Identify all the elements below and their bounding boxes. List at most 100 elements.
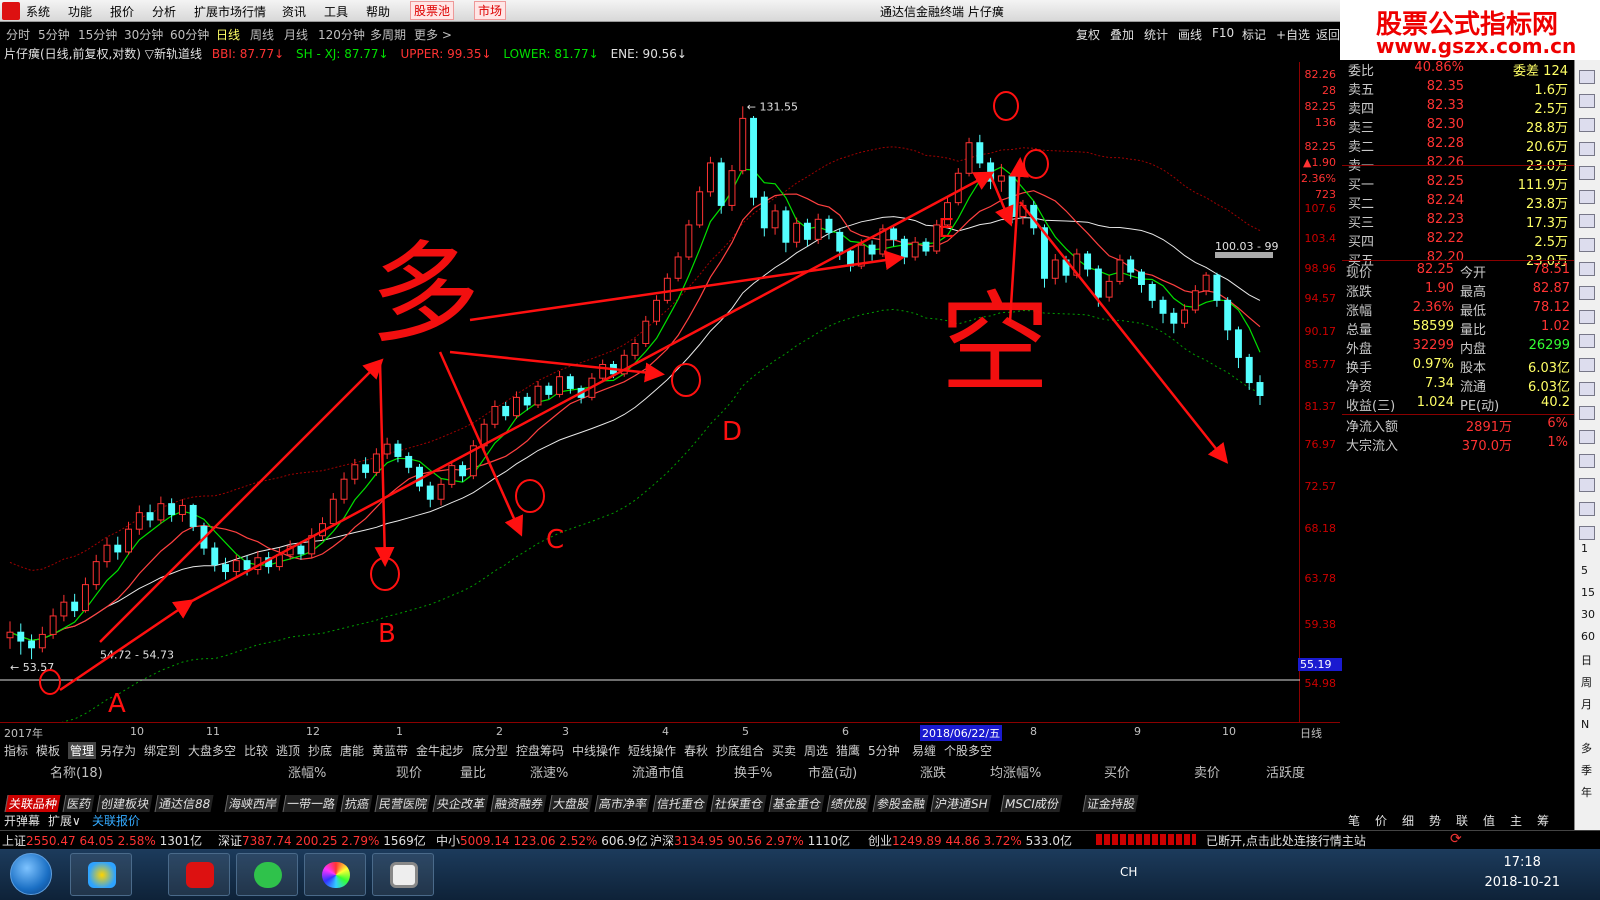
tool-icon[interactable]: [1579, 286, 1595, 300]
column-header[interactable]: 卖价: [1194, 762, 1220, 781]
period-tab-active[interactable]: 日线: [216, 26, 240, 43]
sector-tab-active[interactable]: 关联品种: [4, 795, 61, 812]
indicator-tab-active[interactable]: 管理: [68, 742, 97, 759]
menu-help[interactable]: 帮助: [366, 3, 390, 20]
tool-icon[interactable]: [1579, 262, 1595, 276]
indicator-tab[interactable]: 逃顶: [276, 742, 300, 759]
kline-chart[interactable]: ← 131.55 ← 53.57 54.72 - 54.73 100.03 - 99 A…: [0, 62, 1300, 734]
menu-system[interactable]: 系统: [26, 3, 50, 20]
sector-tab[interactable]: 通达信88: [154, 795, 214, 812]
indicator-tab[interactable]: 黄蓝带: [372, 742, 408, 759]
indicator-tab[interactable]: 买卖: [772, 742, 796, 759]
indicator-tab[interactable]: 5分钟: [868, 742, 900, 759]
indicator-tab[interactable]: 模板: [36, 742, 60, 759]
indicator-tab[interactable]: 个股多空: [944, 742, 992, 759]
sector-tab[interactable]: 一带一路: [282, 795, 339, 812]
stock-pool-button[interactable]: 股票池: [410, 1, 455, 20]
column-header[interactable]: 量比: [460, 762, 486, 781]
cycle-label[interactable]: 15: [1581, 586, 1595, 599]
period-tab[interactable]: 15分钟: [78, 26, 117, 43]
cycle-label[interactable]: 多: [1581, 740, 1592, 756]
tool-icon[interactable]: [1579, 310, 1595, 324]
menu-analysis[interactable]: 分析: [152, 3, 176, 20]
sector-tab[interactable]: MSCI成份: [1000, 795, 1063, 812]
menu-tools[interactable]: 工具: [324, 3, 348, 20]
tool-icon[interactable]: [1579, 214, 1595, 228]
column-header[interactable]: 名称(18): [50, 762, 103, 781]
tool-button[interactable]: 标记: [1242, 26, 1266, 43]
tool-icon[interactable]: [1579, 118, 1595, 132]
tool-icon[interactable]: [1579, 382, 1595, 396]
sector-tab[interactable]: 融资融券: [490, 795, 547, 812]
sector-tab[interactable]: 证金持股: [1082, 795, 1139, 812]
indicator-tab[interactable]: 唐能: [340, 742, 364, 759]
indicator-tab[interactable]: 比较: [244, 742, 268, 759]
column-header[interactable]: 涨速%: [530, 762, 568, 781]
indicator-tab[interactable]: 金牛起步: [416, 742, 464, 759]
detail-tab[interactable]: 主: [1510, 812, 1522, 829]
period-tab[interactable]: 120分钟: [318, 26, 365, 43]
column-header[interactable]: 换手%: [734, 762, 772, 781]
sector-tab[interactable]: 央企改革: [432, 795, 489, 812]
column-header[interactable]: 流通市值: [632, 762, 684, 781]
sector-tab[interactable]: 参股金融: [872, 795, 929, 812]
connection-notice[interactable]: 已断开,点击此处连接行情主站: [1206, 832, 1366, 849]
expand-toggle[interactable]: 扩展∨: [48, 812, 81, 829]
column-header[interactable]: 均涨幅%: [990, 762, 1041, 781]
column-header[interactable]: 市盈(动): [808, 762, 857, 781]
indicator-tab[interactable]: 短线操作: [628, 742, 676, 759]
tool-icon[interactable]: [1579, 142, 1595, 156]
sector-tab[interactable]: 创建板块: [96, 795, 153, 812]
sector-tab[interactable]: 高市净率: [594, 795, 651, 812]
period-tab[interactable]: 月线: [284, 26, 308, 43]
cycle-label[interactable]: 月: [1581, 696, 1592, 712]
cycle-label[interactable]: 周: [1581, 674, 1592, 690]
indicator-tab[interactable]: 抄底组合: [716, 742, 764, 759]
tool-icon[interactable]: [1579, 358, 1595, 372]
indicator-tab[interactable]: 中线操作: [572, 742, 620, 759]
refresh-icon[interactable]: ⟳: [1450, 831, 1462, 847]
sector-tab[interactable]: 社保重仓: [710, 795, 767, 812]
tool-button[interactable]: 返回: [1316, 26, 1340, 43]
period-tab[interactable]: 30分钟: [124, 26, 163, 43]
taskbar-app-button[interactable]: [304, 853, 366, 896]
column-header[interactable]: 现价: [396, 762, 422, 781]
period-tab[interactable]: 60分钟: [170, 26, 209, 43]
taskbar-app-button[interactable]: [168, 853, 230, 896]
sector-tab[interactable]: 大盘股: [548, 795, 593, 812]
column-header[interactable]: 买价: [1104, 762, 1130, 781]
related-quote-link[interactable]: 关联报价: [92, 812, 140, 829]
start-button[interactable]: [10, 853, 52, 895]
cycle-label[interactable]: 5: [1581, 564, 1588, 577]
sector-tab[interactable]: 医药: [62, 795, 95, 812]
period-tab[interactable]: 5分钟: [38, 26, 70, 43]
market-button[interactable]: 市场: [474, 1, 507, 20]
danmaku-toggle[interactable]: 开弹幕: [4, 812, 40, 829]
tool-icon[interactable]: [1579, 406, 1595, 420]
column-header[interactable]: 活跃度: [1266, 762, 1305, 781]
tool-button[interactable]: 叠加: [1110, 26, 1134, 43]
indicator-tab[interactable]: 底分型: [472, 742, 508, 759]
detail-tab[interactable]: 笔: [1348, 812, 1360, 829]
indicator-tab[interactable]: 绑定到: [144, 742, 180, 759]
cycle-label[interactable]: N: [1581, 718, 1589, 731]
tool-button[interactable]: F10: [1212, 26, 1234, 40]
tool-icon[interactable]: [1579, 70, 1595, 84]
indicator-tab[interactable]: 控盘筹码: [516, 742, 564, 759]
cycle-label[interactable]: 年: [1581, 784, 1592, 800]
menu-quote[interactable]: 报价: [110, 3, 134, 20]
sector-tab[interactable]: 绩优股: [826, 795, 871, 812]
sector-tab[interactable]: 沪港通SH: [930, 795, 992, 812]
tool-button[interactable]: +自选: [1276, 26, 1310, 43]
sector-tab[interactable]: 基金重仓: [768, 795, 825, 812]
tool-icon[interactable]: [1579, 526, 1595, 540]
cycle-label[interactable]: 1: [1581, 542, 1588, 555]
taskbar-app-button[interactable]: [372, 853, 434, 896]
kline-svg[interactable]: ← 131.55← 53.5754.72 - 54.73100.03 - 99A…: [0, 62, 1300, 734]
cycle-label[interactable]: 日: [1581, 652, 1592, 668]
tool-icon[interactable]: [1579, 94, 1595, 108]
tool-icon[interactable]: [1579, 190, 1595, 204]
indicator-tab[interactable]: 大盘多空: [188, 742, 236, 759]
tool-icon[interactable]: [1579, 334, 1595, 348]
indicator-tab[interactable]: 周选: [804, 742, 828, 759]
